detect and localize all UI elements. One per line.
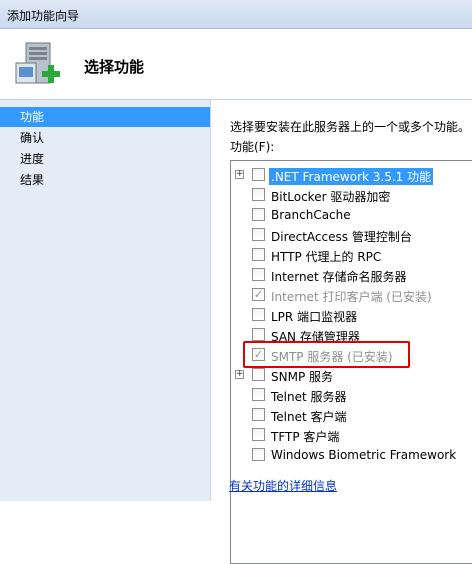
feature-checkbox[interactable] [252, 188, 265, 201]
nav-step-features[interactable]: 功能 [0, 107, 210, 127]
feature-row[interactable]: BitLocker 驱动器加密 [231, 185, 472, 205]
feature-checkbox[interactable] [252, 428, 265, 441]
nav-step-confirm[interactable]: 确认 [0, 128, 210, 148]
feature-row[interactable]: HTTP 代理上的 RPC [231, 245, 472, 265]
feature-label: Internet 打印客户端 (已安装) [271, 290, 432, 304]
feature-checkbox[interactable] [252, 368, 265, 381]
feature-row[interactable]: LPR 端口监视器 [231, 305, 472, 325]
feature-label: Windows Biometric Framework [271, 448, 457, 462]
feature-checkbox: ✓ [252, 288, 265, 301]
expand-icon[interactable]: + [235, 370, 244, 379]
feature-checkbox[interactable] [252, 388, 265, 401]
feature-row[interactable]: DirectAccess 管理控制台 [231, 225, 472, 245]
features-label: 功能(F): [230, 140, 275, 154]
page-title: 选择功能 [84, 58, 145, 76]
more-info-link[interactable]: 有关功能的详细信息 [229, 477, 337, 494]
title-bar: 添加功能向导 [0, 0, 472, 29]
feature-row[interactable]: + .NET Framework 3.5.1 功能 [231, 165, 472, 185]
feature-row[interactable]: Windows Biometric Framework [231, 445, 472, 465]
feature-label: SNMP 服务 [271, 370, 333, 384]
feature-row[interactable]: ✓ Internet 打印客户端 (已安装) [231, 285, 472, 305]
expand-icon[interactable]: + [235, 170, 244, 179]
feature-label: Internet 存储命名服务器 [271, 270, 407, 284]
feature-row[interactable]: Telnet 服务器 [231, 385, 472, 405]
feature-checkbox[interactable] [252, 328, 265, 341]
wizard-header: 选择功能 [0, 29, 472, 100]
nav-step-progress[interactable]: 进度 [0, 149, 210, 169]
feature-checkbox[interactable] [252, 268, 265, 281]
server-add-icon [15, 42, 60, 84]
feature-checkbox[interactable] [252, 168, 265, 181]
instruction-text: 选择要安装在此服务器上的一个或多个功能。 [230, 120, 471, 134]
feature-label: Telnet 服务器 [271, 390, 347, 404]
window-title: 添加功能向导 [7, 9, 80, 23]
feature-row[interactable]: + SNMP 服务 [231, 365, 472, 385]
feature-label: TFTP 客户端 [271, 430, 340, 444]
feature-checkbox[interactable] [252, 308, 265, 321]
feature-label: .NET Framework 3.5.1 功能 [269, 168, 434, 185]
feature-checkbox[interactable] [252, 448, 265, 461]
feature-row[interactable]: BranchCache [231, 205, 472, 225]
feature-row[interactable]: Telnet 客户端 [231, 405, 472, 425]
feature-label: BranchCache [271, 208, 351, 222]
feature-checkbox[interactable] [252, 208, 265, 221]
feature-row[interactable]: TFTP 客户端 [231, 425, 472, 445]
feature-row[interactable]: Internet 存储命名服务器 [231, 265, 472, 285]
feature-checkbox[interactable] [252, 228, 265, 241]
feature-label: DirectAccess 管理控制台 [271, 230, 412, 244]
main-panel: 选择要安装在此服务器上的一个或多个功能。 功能(F): + .NET Framew… [211, 100, 472, 564]
smtp-highlight-box [243, 341, 410, 368]
wizard-step-nav: 功能 确认 进度 结果 [0, 100, 211, 501]
feature-label: BitLocker 驱动器加密 [271, 190, 391, 204]
feature-label: HTTP 代理上的 RPC [271, 250, 382, 264]
feature-label: LPR 端口监视器 [271, 310, 358, 324]
feature-checkbox[interactable] [252, 248, 265, 261]
nav-step-results[interactable]: 结果 [0, 170, 210, 190]
feature-label: Telnet 客户端 [271, 410, 347, 424]
feature-checkbox[interactable] [252, 408, 265, 421]
